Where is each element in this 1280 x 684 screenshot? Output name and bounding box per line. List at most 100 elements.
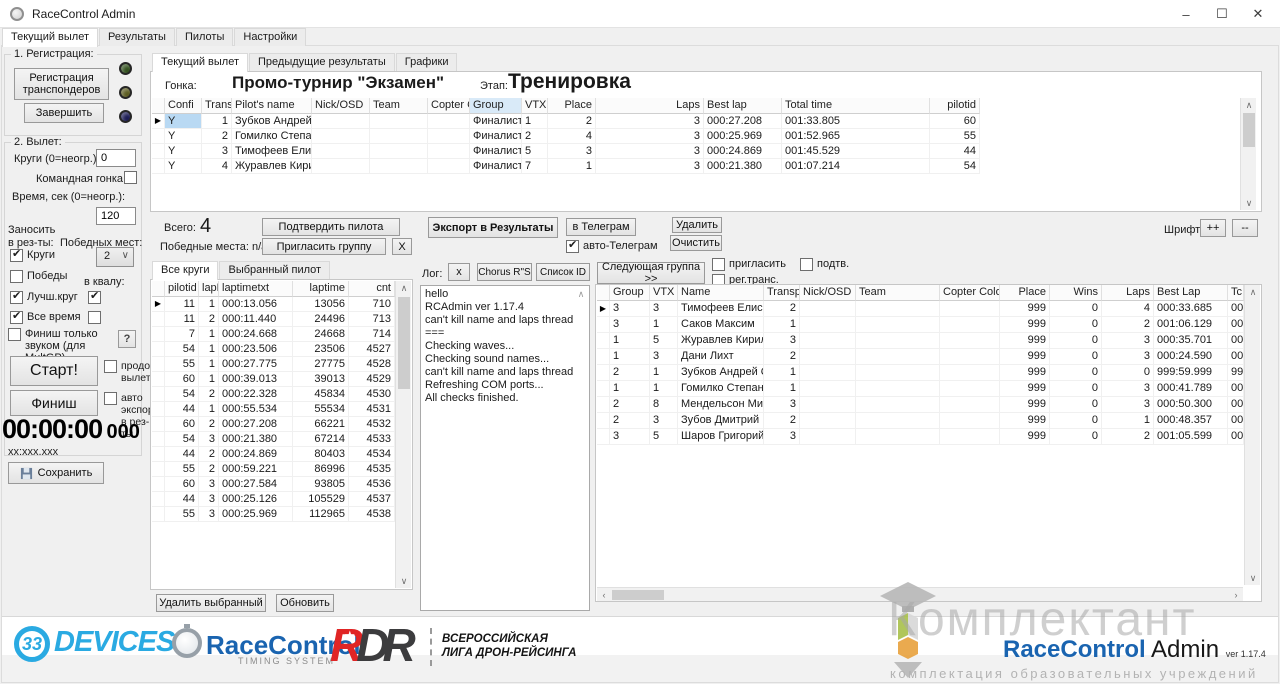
- save-button[interactable]: Сохранить: [8, 462, 104, 484]
- table-row[interactable]: ▶Y1Зубков Андрей QvizФиналисты123000:27.…: [152, 114, 980, 129]
- alltime-option-checkbox[interactable]: Все время: [10, 311, 81, 324]
- laps-table[interactable]: pilotidlapNlaptimetxtlaptimecnt▶111000:1…: [152, 281, 395, 522]
- table-row[interactable]: 542000:22.328458344530: [152, 387, 395, 402]
- laps-table-scrollbar[interactable]: ∧ ∨: [395, 281, 411, 588]
- table-row[interactable]: Y4Журавлев КириллФиналисты713000:21.3800…: [152, 159, 980, 174]
- export-results-button[interactable]: Экспорт в Результаты: [428, 217, 558, 238]
- table-row[interactable]: 543000:21.380672144533: [152, 432, 395, 447]
- minimize-button[interactable]: –: [1168, 0, 1204, 28]
- scroll-right-icon[interactable]: ›: [1229, 588, 1243, 602]
- help-button[interactable]: ?: [118, 330, 136, 348]
- led-indicator-3: [119, 110, 132, 123]
- time-input[interactable]: [96, 207, 136, 225]
- table-row[interactable]: 551000:27.775277754528: [152, 357, 395, 372]
- table-row[interactable]: 441000:55.534555344531: [152, 402, 395, 417]
- pilots-table[interactable]: ConfiTranspPilot's nameNick/OSDTeamCopte…: [152, 98, 980, 174]
- tab-selected-pilot[interactable]: Выбранный пилот: [219, 261, 330, 279]
- close-button[interactable]: ✕: [1240, 0, 1276, 28]
- invite-checkbox[interactable]: пригласить: [712, 258, 786, 271]
- log-line: Checking sound names...: [425, 353, 585, 366]
- table-row[interactable]: 11Гомилко Степан199903000:41.78900: [597, 381, 1244, 397]
- inner-tab-strip: Текущий вылет Предыдущие результаты Граф…: [152, 53, 458, 72]
- led-indicator-1: [119, 62, 132, 75]
- table-row[interactable]: 71000:24.66824668714: [152, 327, 395, 342]
- table-row[interactable]: 553000:25.9691129654538: [152, 507, 395, 522]
- laps-input[interactable]: [96, 149, 136, 167]
- wins-option-checkbox[interactable]: Победы: [10, 270, 67, 283]
- table-header-row: GroupVTXNameTransporNick/OSDTeamCopter C…: [597, 285, 1244, 301]
- confirm-checkbox[interactable]: подтв.: [800, 258, 849, 271]
- table-row[interactable]: 28Мендельсон Михаил399903000:50.30000: [597, 397, 1244, 413]
- laps-option-checkbox[interactable]: Круги: [10, 249, 55, 262]
- scroll-down-icon[interactable]: ∨: [1245, 571, 1261, 585]
- bestlap-option-checkbox[interactable]: Лучш.круг: [10, 291, 78, 304]
- next-group-button[interactable]: Следующая группа >>: [597, 262, 705, 284]
- log-line: can't kill name and laps thread: [425, 366, 585, 379]
- scroll-up-icon[interactable]: ∧: [1245, 285, 1261, 299]
- table-row[interactable]: 443000:25.1261055294537: [152, 492, 395, 507]
- register-transponders-button[interactable]: Регистрация транспондеров: [14, 68, 109, 100]
- group-table-vscrollbar[interactable]: ∧ ∨: [1244, 285, 1260, 585]
- table-row[interactable]: 603000:27.584938054536: [152, 477, 395, 492]
- refresh-button[interactable]: Обновить: [276, 594, 334, 612]
- log-close-button[interactable]: x: [448, 263, 470, 281]
- scroll-up-icon[interactable]: ∧: [396, 281, 412, 295]
- team-race-checkbox[interactable]: [124, 171, 141, 184]
- table-row[interactable]: 442000:24.869804034534: [152, 447, 395, 462]
- scroll-up-icon[interactable]: ∧: [1241, 98, 1257, 112]
- auto-telegram-checkbox[interactable]: авто-Телеграм: [566, 240, 658, 253]
- tab-results[interactable]: Результаты: [99, 28, 175, 46]
- table-row[interactable]: 541000:23.506235064527: [152, 342, 395, 357]
- timing-system-label: TIMING SYSTEM: [238, 656, 335, 666]
- confirm-pilot-button[interactable]: Подтвердить пилота: [262, 218, 400, 236]
- font-increase-button[interactable]: ++: [1200, 219, 1226, 237]
- tab-pilots[interactable]: Пилоты: [176, 28, 233, 46]
- table-row[interactable]: ▶33Тимофеев Елисей299904000:33.68500: [597, 301, 1244, 317]
- table-row[interactable]: 23Зубов Дмитрий299901000:48.35700: [597, 413, 1244, 429]
- table-row[interactable]: 31Саков Максим199902001:06.12900: [597, 317, 1244, 333]
- telegram-button[interactable]: в Телеграм: [566, 218, 636, 236]
- table-row[interactable]: 602000:27.208662214532: [152, 417, 395, 432]
- table-row[interactable]: 35Шаров Григорий399902001:05.59900: [597, 429, 1244, 445]
- table-row[interactable]: 112000:11.44024496713: [152, 312, 395, 327]
- table-row[interactable]: 552000:59.221869964535: [152, 462, 395, 477]
- table-row[interactable]: 15Журавлев Кирилл399903000:35.70100: [597, 333, 1244, 349]
- delete-selected-button[interactable]: Удалить выбранный: [156, 594, 266, 612]
- table-row[interactable]: Y3Тимофеев ЕлисейФиналисты533000:24.8690…: [152, 144, 980, 159]
- font-decrease-button[interactable]: --: [1232, 219, 1258, 237]
- kval-checkbox-1[interactable]: [88, 291, 105, 304]
- id-list-button[interactable]: Список ID: [536, 263, 590, 281]
- pilots-table-scrollbar[interactable]: ∧ ∨: [1240, 98, 1256, 210]
- kval-checkbox-2[interactable]: [88, 311, 105, 324]
- continue-flight-checkbox[interactable]: продолж. вылет: [104, 360, 146, 384]
- table-row[interactable]: ▶111000:13.05613056710: [152, 297, 395, 312]
- finish-button[interactable]: Финиш: [10, 390, 98, 416]
- table-row[interactable]: Y2Гомилко СтепанФиналисты243000:25.96900…: [152, 129, 980, 144]
- tab-settings[interactable]: Настройки: [234, 28, 306, 46]
- chorus-button[interactable]: Chorus R"S: [477, 263, 532, 281]
- clear-button[interactable]: Очистить: [670, 235, 722, 251]
- invite-group-button[interactable]: Пригласить группу: [262, 238, 386, 255]
- x-button[interactable]: X: [392, 238, 412, 255]
- start-button[interactable]: Старт!: [10, 356, 98, 386]
- finish-registration-button[interactable]: Завершить: [24, 103, 104, 123]
- log-scroll-up-icon[interactable]: ∧: [573, 287, 589, 301]
- timer-sub-label: xx:xxx.xxx: [8, 446, 58, 458]
- table-row[interactable]: 21Зубков Андрей Qviz199900999:59.99999: [597, 365, 1244, 381]
- inner-tab-charts[interactable]: Графики: [396, 53, 458, 71]
- scroll-down-icon[interactable]: ∨: [396, 574, 412, 588]
- inner-tab-current-flight[interactable]: Текущий вылет: [152, 53, 248, 72]
- table-row[interactable]: 601000:39.013390134529: [152, 372, 395, 387]
- inner-tab-prev-results[interactable]: Предыдущие результаты: [249, 53, 395, 71]
- maximize-button[interactable]: ☐: [1204, 0, 1240, 28]
- scroll-down-icon[interactable]: ∨: [1241, 196, 1257, 210]
- flight-legend: 2. Вылет:: [11, 136, 65, 148]
- table-row[interactable]: 13Дани Лихт299903000:24.59000: [597, 349, 1244, 365]
- tab-current-flight[interactable]: Текущий вылет: [2, 28, 98, 47]
- scroll-left-icon[interactable]: ‹: [597, 588, 611, 602]
- log-output[interactable]: helloRCAdmin ver 1.17.4can't kill name a…: [420, 285, 590, 611]
- tab-all-laps[interactable]: Все круги: [152, 261, 218, 280]
- delete-button[interactable]: Удалить: [672, 217, 722, 233]
- group-table[interactable]: GroupVTXNameTransporNick/OSDTeamCopter C…: [597, 285, 1244, 445]
- win-places-dropdown[interactable]: 2∨: [96, 247, 134, 267]
